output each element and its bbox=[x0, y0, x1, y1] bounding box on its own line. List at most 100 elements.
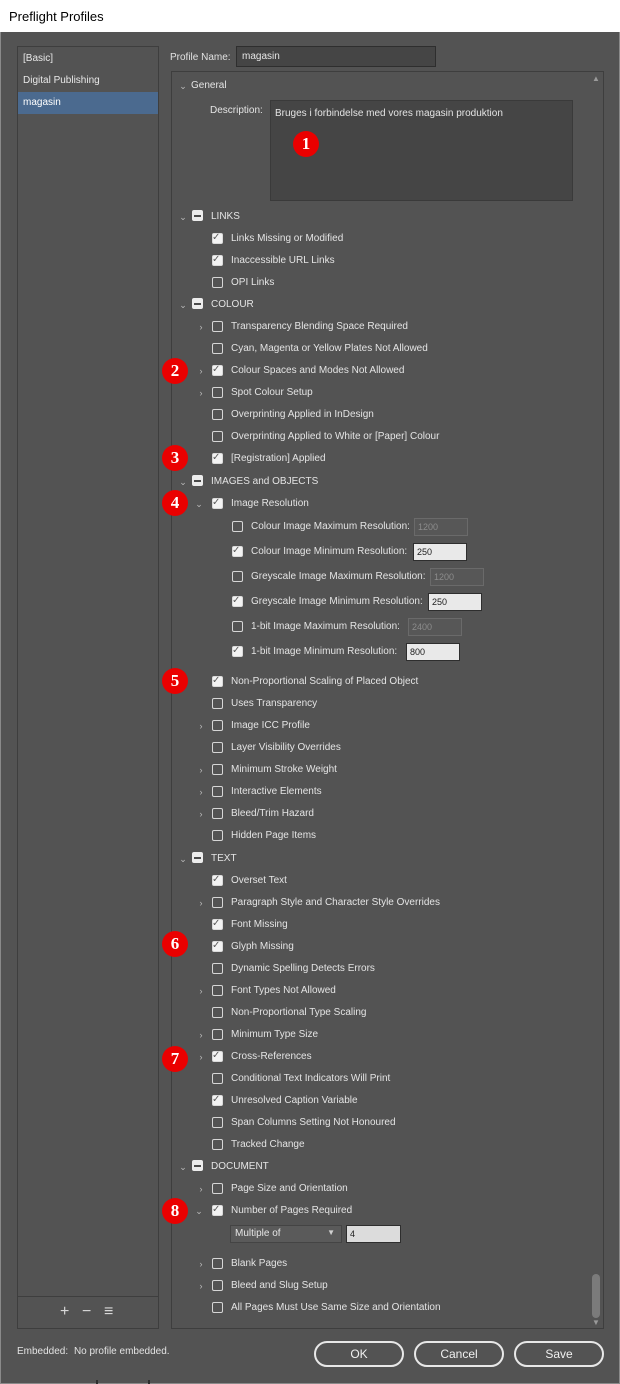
save-button[interactable]: Save bbox=[514, 1341, 604, 1367]
min-stroke-checkbox[interactable] bbox=[212, 764, 223, 775]
callout-badge-5: 5 bbox=[162, 668, 188, 694]
text-collapse-icon[interactable]: ⌄ bbox=[178, 853, 188, 865]
dynamic-spelling-checkbox[interactable] bbox=[212, 963, 223, 974]
profile-item-magasin[interactable]: magasin bbox=[18, 92, 158, 114]
font-types-checkbox[interactable] bbox=[212, 985, 223, 996]
colour-spaces-checkbox[interactable]: ✓ bbox=[212, 364, 223, 376]
colour-max-label: Colour Image Maximum Resolution: bbox=[251, 521, 410, 532]
expand-arrow-icon[interactable]: › bbox=[196, 321, 206, 333]
profile-item-basic[interactable]: [Basic] bbox=[18, 48, 158, 70]
general-heading: General bbox=[191, 80, 227, 91]
colour-collapse-icon[interactable]: ⌄ bbox=[178, 299, 188, 311]
tracked-change-checkbox[interactable] bbox=[212, 1139, 223, 1150]
interactive-checkbox[interactable] bbox=[212, 786, 223, 797]
ok-button[interactable]: OK bbox=[314, 1341, 404, 1367]
text-section-checkbox[interactable] bbox=[192, 852, 203, 863]
remove-profile-button[interactable]: − bbox=[82, 1303, 91, 1321]
colour-min-input[interactable]: 250 bbox=[413, 543, 467, 561]
bit-max-checkbox[interactable] bbox=[232, 621, 243, 632]
conditional-text-checkbox[interactable] bbox=[212, 1073, 223, 1084]
scroll-thumb[interactable] bbox=[592, 1274, 600, 1318]
expand-arrow-icon[interactable]: › bbox=[196, 1280, 206, 1292]
hidden-page-checkbox[interactable] bbox=[212, 830, 223, 841]
window-edge-mark bbox=[96, 1380, 98, 1384]
cancel-button[interactable]: Cancel bbox=[414, 1341, 504, 1367]
para-style-checkbox[interactable] bbox=[212, 897, 223, 908]
expand-arrow-icon[interactable]: › bbox=[196, 1029, 206, 1041]
overprint-white-checkbox[interactable] bbox=[212, 431, 223, 442]
cross-refs-checkbox[interactable]: ✓ bbox=[212, 1050, 223, 1062]
images-collapse-icon[interactable]: ⌄ bbox=[178, 476, 188, 488]
general-collapse-icon[interactable]: ⌄ bbox=[178, 80, 188, 92]
blank-pages-checkbox[interactable] bbox=[212, 1258, 223, 1269]
expand-arrow-icon[interactable]: › bbox=[196, 365, 206, 377]
uses-transparency-checkbox[interactable] bbox=[212, 698, 223, 709]
pages-count-input[interactable]: 4 bbox=[346, 1225, 401, 1243]
grey-max-checkbox[interactable] bbox=[232, 571, 243, 582]
expand-arrow-icon[interactable]: › bbox=[196, 387, 206, 399]
add-profile-button[interactable]: + bbox=[60, 1303, 69, 1321]
expand-arrow-icon[interactable]: › bbox=[196, 808, 206, 820]
bit-min-input[interactable]: 800 bbox=[406, 643, 460, 661]
page-size-label: Page Size and Orientation bbox=[231, 1183, 348, 1194]
profile-item-digital-publishing[interactable]: Digital Publishing bbox=[18, 70, 158, 92]
transparency-blending-checkbox[interactable] bbox=[212, 321, 223, 332]
expand-arrow-icon[interactable]: › bbox=[196, 1258, 206, 1270]
links-section-checkbox[interactable] bbox=[192, 210, 203, 221]
registration-checkbox[interactable]: ✓ bbox=[212, 452, 223, 464]
expand-arrow-icon[interactable]: › bbox=[196, 720, 206, 732]
num-pages-checkbox[interactable]: ✓ bbox=[212, 1204, 223, 1216]
expand-arrow-icon[interactable]: › bbox=[196, 1183, 206, 1195]
expand-arrow-icon[interactable]: › bbox=[196, 786, 206, 798]
colour-max-input[interactable]: 1200 bbox=[414, 518, 468, 536]
scrollbar[interactable] bbox=[591, 72, 603, 1328]
scroll-up-arrow-icon[interactable]: ▲ bbox=[592, 74, 600, 83]
colour-max-checkbox[interactable] bbox=[232, 521, 243, 532]
overset-checkbox[interactable]: ✓ bbox=[212, 874, 223, 886]
links-missing-checkbox[interactable]: ✓ bbox=[212, 232, 223, 244]
colour-min-checkbox[interactable]: ✓ bbox=[232, 545, 243, 557]
opi-links-checkbox[interactable] bbox=[212, 277, 223, 288]
font-missing-checkbox[interactable]: ✓ bbox=[212, 918, 223, 930]
overprint-indesign-checkbox[interactable] bbox=[212, 409, 223, 420]
image-icc-checkbox[interactable] bbox=[212, 720, 223, 731]
grey-min-input[interactable]: 250 bbox=[428, 593, 482, 611]
pages-mode-dropdown[interactable]: Multiple of ▼ bbox=[230, 1225, 342, 1243]
cmy-plates-checkbox[interactable] bbox=[212, 343, 223, 354]
bit-max-input[interactable]: 2400 bbox=[408, 618, 462, 636]
document-section-checkbox[interactable] bbox=[192, 1160, 203, 1171]
document-collapse-icon[interactable]: ⌄ bbox=[178, 1161, 188, 1173]
grey-min-checkbox[interactable]: ✓ bbox=[232, 595, 243, 607]
images-section-checkbox[interactable] bbox=[192, 475, 203, 486]
overset-label: Overset Text bbox=[231, 875, 287, 886]
inaccessible-url-checkbox[interactable]: ✓ bbox=[212, 254, 223, 266]
non-prop-type-checkbox[interactable] bbox=[212, 1007, 223, 1018]
registration-label: [Registration] Applied bbox=[231, 453, 326, 464]
layer-visibility-checkbox[interactable] bbox=[212, 742, 223, 753]
links-collapse-icon[interactable]: ⌄ bbox=[178, 211, 188, 223]
expand-arrow-icon[interactable]: › bbox=[196, 1051, 206, 1063]
collapse-arrow-icon[interactable]: ⌄ bbox=[194, 498, 204, 510]
grey-max-input[interactable]: 1200 bbox=[430, 568, 484, 586]
profile-menu-button[interactable]: ≡ bbox=[104, 1303, 113, 1321]
profile-name-input[interactable] bbox=[236, 46, 436, 67]
cross-refs-label: Cross-References bbox=[231, 1051, 312, 1062]
glyph-missing-checkbox[interactable]: ✓ bbox=[212, 940, 223, 952]
page-size-checkbox[interactable] bbox=[212, 1183, 223, 1194]
collapse-arrow-icon[interactable]: ⌄ bbox=[194, 1205, 204, 1217]
scroll-down-arrow-icon[interactable]: ▼ bbox=[592, 1318, 600, 1327]
same-size-checkbox[interactable] bbox=[212, 1302, 223, 1313]
expand-arrow-icon[interactable]: › bbox=[196, 764, 206, 776]
image-resolution-checkbox[interactable]: ✓ bbox=[212, 497, 223, 509]
unresolved-caption-checkbox[interactable]: ✓ bbox=[212, 1094, 223, 1106]
non-prop-scaling-checkbox[interactable]: ✓ bbox=[212, 675, 223, 687]
expand-arrow-icon[interactable]: › bbox=[196, 897, 206, 909]
span-columns-checkbox[interactable] bbox=[212, 1117, 223, 1128]
spot-colour-checkbox[interactable] bbox=[212, 387, 223, 398]
bleed-slug-checkbox[interactable] bbox=[212, 1280, 223, 1291]
expand-arrow-icon[interactable]: › bbox=[196, 985, 206, 997]
colour-section-checkbox[interactable] bbox=[192, 298, 203, 309]
min-type-checkbox[interactable] bbox=[212, 1029, 223, 1040]
bit-min-checkbox[interactable]: ✓ bbox=[232, 645, 243, 657]
bleed-trim-checkbox[interactable] bbox=[212, 808, 223, 819]
